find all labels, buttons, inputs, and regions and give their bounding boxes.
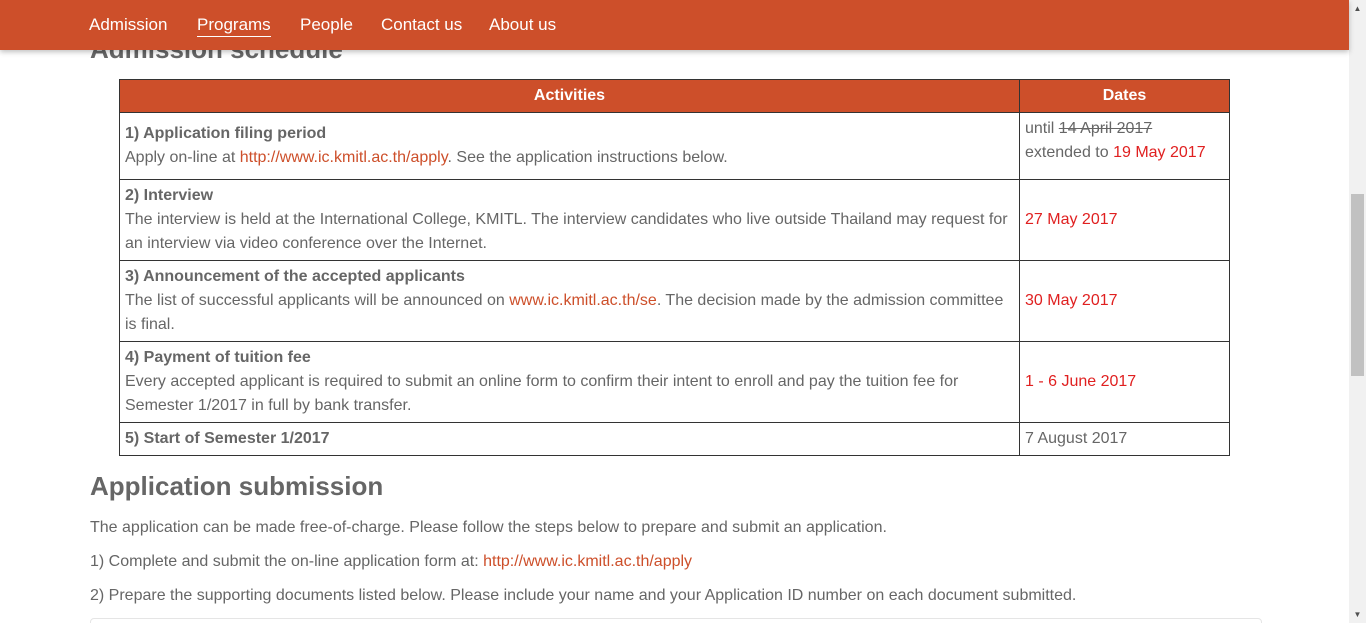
date-cell: 7 August 2017 (1019, 422, 1230, 456)
vertical-scrollbar[interactable]: ▲ ▼ (1349, 0, 1366, 623)
date-cell: 30 May 2017 (1019, 260, 1230, 342)
documents-box (90, 618, 1262, 623)
activity-title: 5) Start of Semester 1/2017 (125, 430, 330, 447)
date-cell: 27 May 2017 (1019, 179, 1230, 261)
date-extended-prefix: extended to (1025, 144, 1114, 161)
date-prefix: until (1025, 120, 1059, 137)
table-row: 2) Interview The interview is held at th… (119, 179, 1230, 261)
table-row: 5) Start of Semester 1/2017 7 August 201… (119, 422, 1230, 456)
date-extended: extended to 19 May 2017 (1025, 141, 1224, 165)
nav-item-people[interactable]: People (300, 14, 353, 36)
activity-description: The interview is held at the Internation… (125, 211, 1008, 252)
submission-step-1: 1) Complete and submit the on-line appli… (90, 551, 692, 573)
description-text: Apply on-line at (125, 149, 240, 166)
table-header-row: Activities Dates (119, 79, 1230, 113)
activity-title: 1) Application filing period (125, 125, 327, 142)
activity-description: The list of successful applicants will b… (125, 289, 1014, 337)
date-original: until 14 April 2017 (1025, 117, 1224, 141)
page-content: Admission schedule Activities Dates 1) A… (0, 0, 1349, 623)
activity-description: Every accepted applicant is required to … (125, 373, 959, 414)
scrollbar-thumb[interactable] (1351, 194, 1364, 376)
date-extended-value: 19 May 2017 (1113, 144, 1206, 161)
date-cell: until 14 April 2017 extended to 19 May 2… (1019, 112, 1230, 180)
top-navbar: Admission Programs People Contact us Abo… (0, 0, 1349, 50)
announcement-link[interactable]: www.ic.kmitl.ac.th/se (509, 292, 657, 309)
nav-item-admission[interactable]: Admission (89, 14, 167, 36)
header-activities: Activities (119, 79, 1020, 113)
nav-item-programs[interactable]: Programs (197, 14, 271, 37)
apply-link[interactable]: http://www.ic.kmitl.ac.th/apply (240, 149, 448, 166)
activity-title: 3) Announcement of the accepted applican… (125, 268, 465, 285)
table-row: 3) Announcement of the accepted applican… (119, 260, 1230, 342)
table-row: 1) Application filing period Apply on-li… (119, 112, 1230, 180)
date-struck: 14 April 2017 (1058, 120, 1153, 137)
nav-item-about-us[interactable]: About us (489, 14, 556, 36)
activity-title: 2) Interview (125, 187, 214, 204)
table-row: 4) Payment of tuition fee Every accepted… (119, 341, 1230, 423)
activity-cell: 3) Announcement of the accepted applican… (119, 260, 1020, 342)
step-text: 1) Complete and submit the on-line appli… (90, 553, 484, 570)
activity-cell: 2) Interview The interview is held at th… (119, 179, 1020, 261)
activity-description: Apply on-line at http://www.ic.kmitl.ac.… (125, 146, 1014, 170)
description-text: . See the application instructions below… (447, 149, 728, 166)
activity-cell: 1) Application filing period Apply on-li… (119, 112, 1020, 180)
header-dates: Dates (1019, 79, 1230, 113)
activity-cell: 4) Payment of tuition fee Every accepted… (119, 341, 1020, 423)
activity-cell: 5) Start of Semester 1/2017 (119, 422, 1020, 456)
submission-intro: The application can be made free-of-char… (90, 519, 887, 536)
admission-schedule-table: Activities Dates 1) Application filing p… (119, 79, 1230, 456)
scroll-up-arrow-icon[interactable]: ▲ (1349, 0, 1366, 17)
scroll-down-arrow-icon[interactable]: ▼ (1349, 606, 1366, 623)
submission-step-2: 2) Prepare the supporting documents list… (90, 587, 1077, 604)
nav-item-contact-us[interactable]: Contact us (381, 14, 462, 36)
description-text: The list of successful applicants will b… (125, 292, 510, 309)
activity-title: 4) Payment of tuition fee (125, 349, 311, 366)
application-form-link[interactable]: http://www.ic.kmitl.ac.th/apply (483, 553, 692, 570)
section-title-application-submission: Application submission (90, 471, 384, 501)
date-cell: 1 - 6 June 2017 (1019, 341, 1230, 423)
